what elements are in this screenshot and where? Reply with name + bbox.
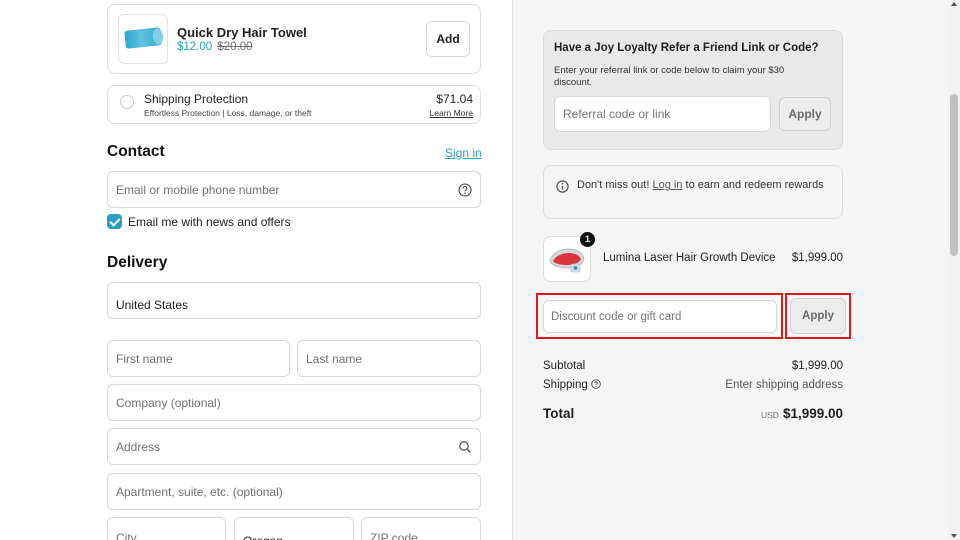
upsell-title: Quick Dry Hair Towel: [177, 25, 307, 40]
quantity-badge: 1: [580, 232, 595, 247]
last-name-field[interactable]: [297, 340, 481, 377]
shipping-row: Shipping Enter shipping address: [543, 379, 843, 391]
cart-item-price: $1,999.00: [791, 252, 843, 264]
cart-item: 1 Lumina Laser Hair Growth Device $1,999…: [543, 232, 843, 282]
country-select[interactable]: United States: [107, 282, 481, 319]
learn-more-link[interactable]: Learn More: [430, 108, 473, 118]
shipping-protection-amount: $71.04: [436, 92, 473, 106]
discount-apply-highlight: Apply: [785, 293, 851, 339]
info-icon: [556, 180, 569, 193]
discount-field[interactable]: [543, 300, 777, 333]
upsell-sale-price: $12.00: [177, 41, 213, 53]
referral-field[interactable]: [554, 96, 771, 132]
shipping-help-icon[interactable]: [591, 379, 601, 389]
first-name-input[interactable]: [108, 341, 289, 376]
subtotal-label: Subtotal: [543, 360, 586, 372]
scroll-up-arrow-icon[interactable]: [951, 2, 957, 6]
shipping-protection-checkbox[interactable]: [120, 95, 134, 109]
referral-card: Have a Joy Loyalty Refer a Friend Link o…: [543, 30, 843, 150]
upsell-card: Quick Dry Hair Towel $12.00 $20.00 Add: [107, 4, 481, 74]
address-input[interactable]: [108, 429, 480, 464]
discount-field-highlight: [536, 293, 783, 339]
referral-description: Enter your referral link or code below t…: [554, 65, 785, 88]
help-circle-icon[interactable]: [458, 183, 472, 197]
total-label: Total: [543, 406, 575, 421]
zip-field[interactable]: [361, 517, 481, 540]
first-name-field[interactable]: [107, 340, 290, 377]
contact-heading: Contact: [107, 143, 165, 160]
country-value: United States: [116, 298, 189, 312]
shipping-protection-name: Shipping Protection: [144, 92, 249, 106]
discount-input[interactable]: [544, 301, 776, 332]
order-summary-panel: Have a Joy Loyalty Refer a Friend Link o…: [512, 0, 948, 540]
upsell-compare-price: $20.00: [217, 41, 253, 53]
upsell-price: $12.00 $20.00: [177, 41, 253, 53]
email-input[interactable]: [108, 172, 480, 207]
company-field[interactable]: [107, 384, 481, 421]
apartment-field[interactable]: [107, 473, 481, 510]
news-offers-label: Email me with news and offers: [128, 215, 291, 229]
total-row: Total USD $1,999.00: [543, 406, 843, 421]
last-name-input[interactable]: [298, 341, 480, 376]
shipping-protection-card[interactable]: Shipping Protection Effortless Protectio…: [107, 85, 481, 124]
currency-code: USD: [760, 410, 779, 420]
add-upsell-button[interactable]: Add: [426, 21, 470, 57]
discount-apply-button[interactable]: Apply: [790, 298, 846, 334]
checkout-form-panel: Quick Dry Hair Towel $12.00 $20.00 Add S…: [0, 0, 512, 540]
rewards-notice-prefix: Don't miss out!: [577, 179, 650, 191]
email-field[interactable]: [107, 171, 481, 208]
referral-title: Have a Joy Loyalty Refer a Friend Link o…: [554, 42, 819, 54]
subtotal-row: Subtotal $1,999.00: [543, 360, 843, 372]
city-field[interactable]: [107, 517, 226, 540]
sign-in-link[interactable]: Sign in: [445, 146, 482, 160]
total-value: $1,999.00: [782, 406, 843, 421]
zip-input[interactable]: [362, 518, 480, 540]
shipping-label: Shipping: [543, 379, 588, 391]
rewards-notice-text: Don't miss out! Log in to earn and redee…: [577, 178, 827, 192]
shipping-protection-description: Effortless Protection | Loss, damage, or…: [144, 108, 312, 118]
scrollbar-thumb[interactable]: [950, 94, 958, 256]
towel-product-image: [118, 14, 168, 64]
scroll-down-arrow-icon[interactable]: [951, 534, 957, 538]
rewards-notice: Don't miss out! Log in to earn and redee…: [543, 165, 843, 219]
news-offers-checkbox[interactable]: [107, 214, 122, 229]
search-icon: [459, 441, 471, 453]
address-field[interactable]: [107, 428, 481, 465]
referral-input[interactable]: [555, 97, 770, 131]
state-value: Oregon: [243, 534, 283, 540]
referral-apply-button[interactable]: Apply: [779, 97, 831, 131]
delivery-heading: Delivery: [107, 254, 168, 271]
company-input[interactable]: [108, 385, 480, 420]
total-amount: USD $1,999.00: [761, 406, 843, 421]
cart-item-name: Lumina Laser Hair Growth Device: [603, 252, 776, 264]
city-input[interactable]: [108, 518, 225, 540]
rewards-notice-suffix: to earn and redeem rewards: [685, 179, 824, 191]
apartment-input[interactable]: [108, 474, 480, 509]
subtotal-value: $1,999.00: [791, 360, 843, 372]
shipping-value: Enter shipping address: [725, 379, 843, 391]
page-scrollbar[interactable]: [948, 0, 960, 540]
log-in-link[interactable]: Log in: [652, 179, 682, 191]
state-select[interactable]: Oregon: [234, 517, 354, 540]
